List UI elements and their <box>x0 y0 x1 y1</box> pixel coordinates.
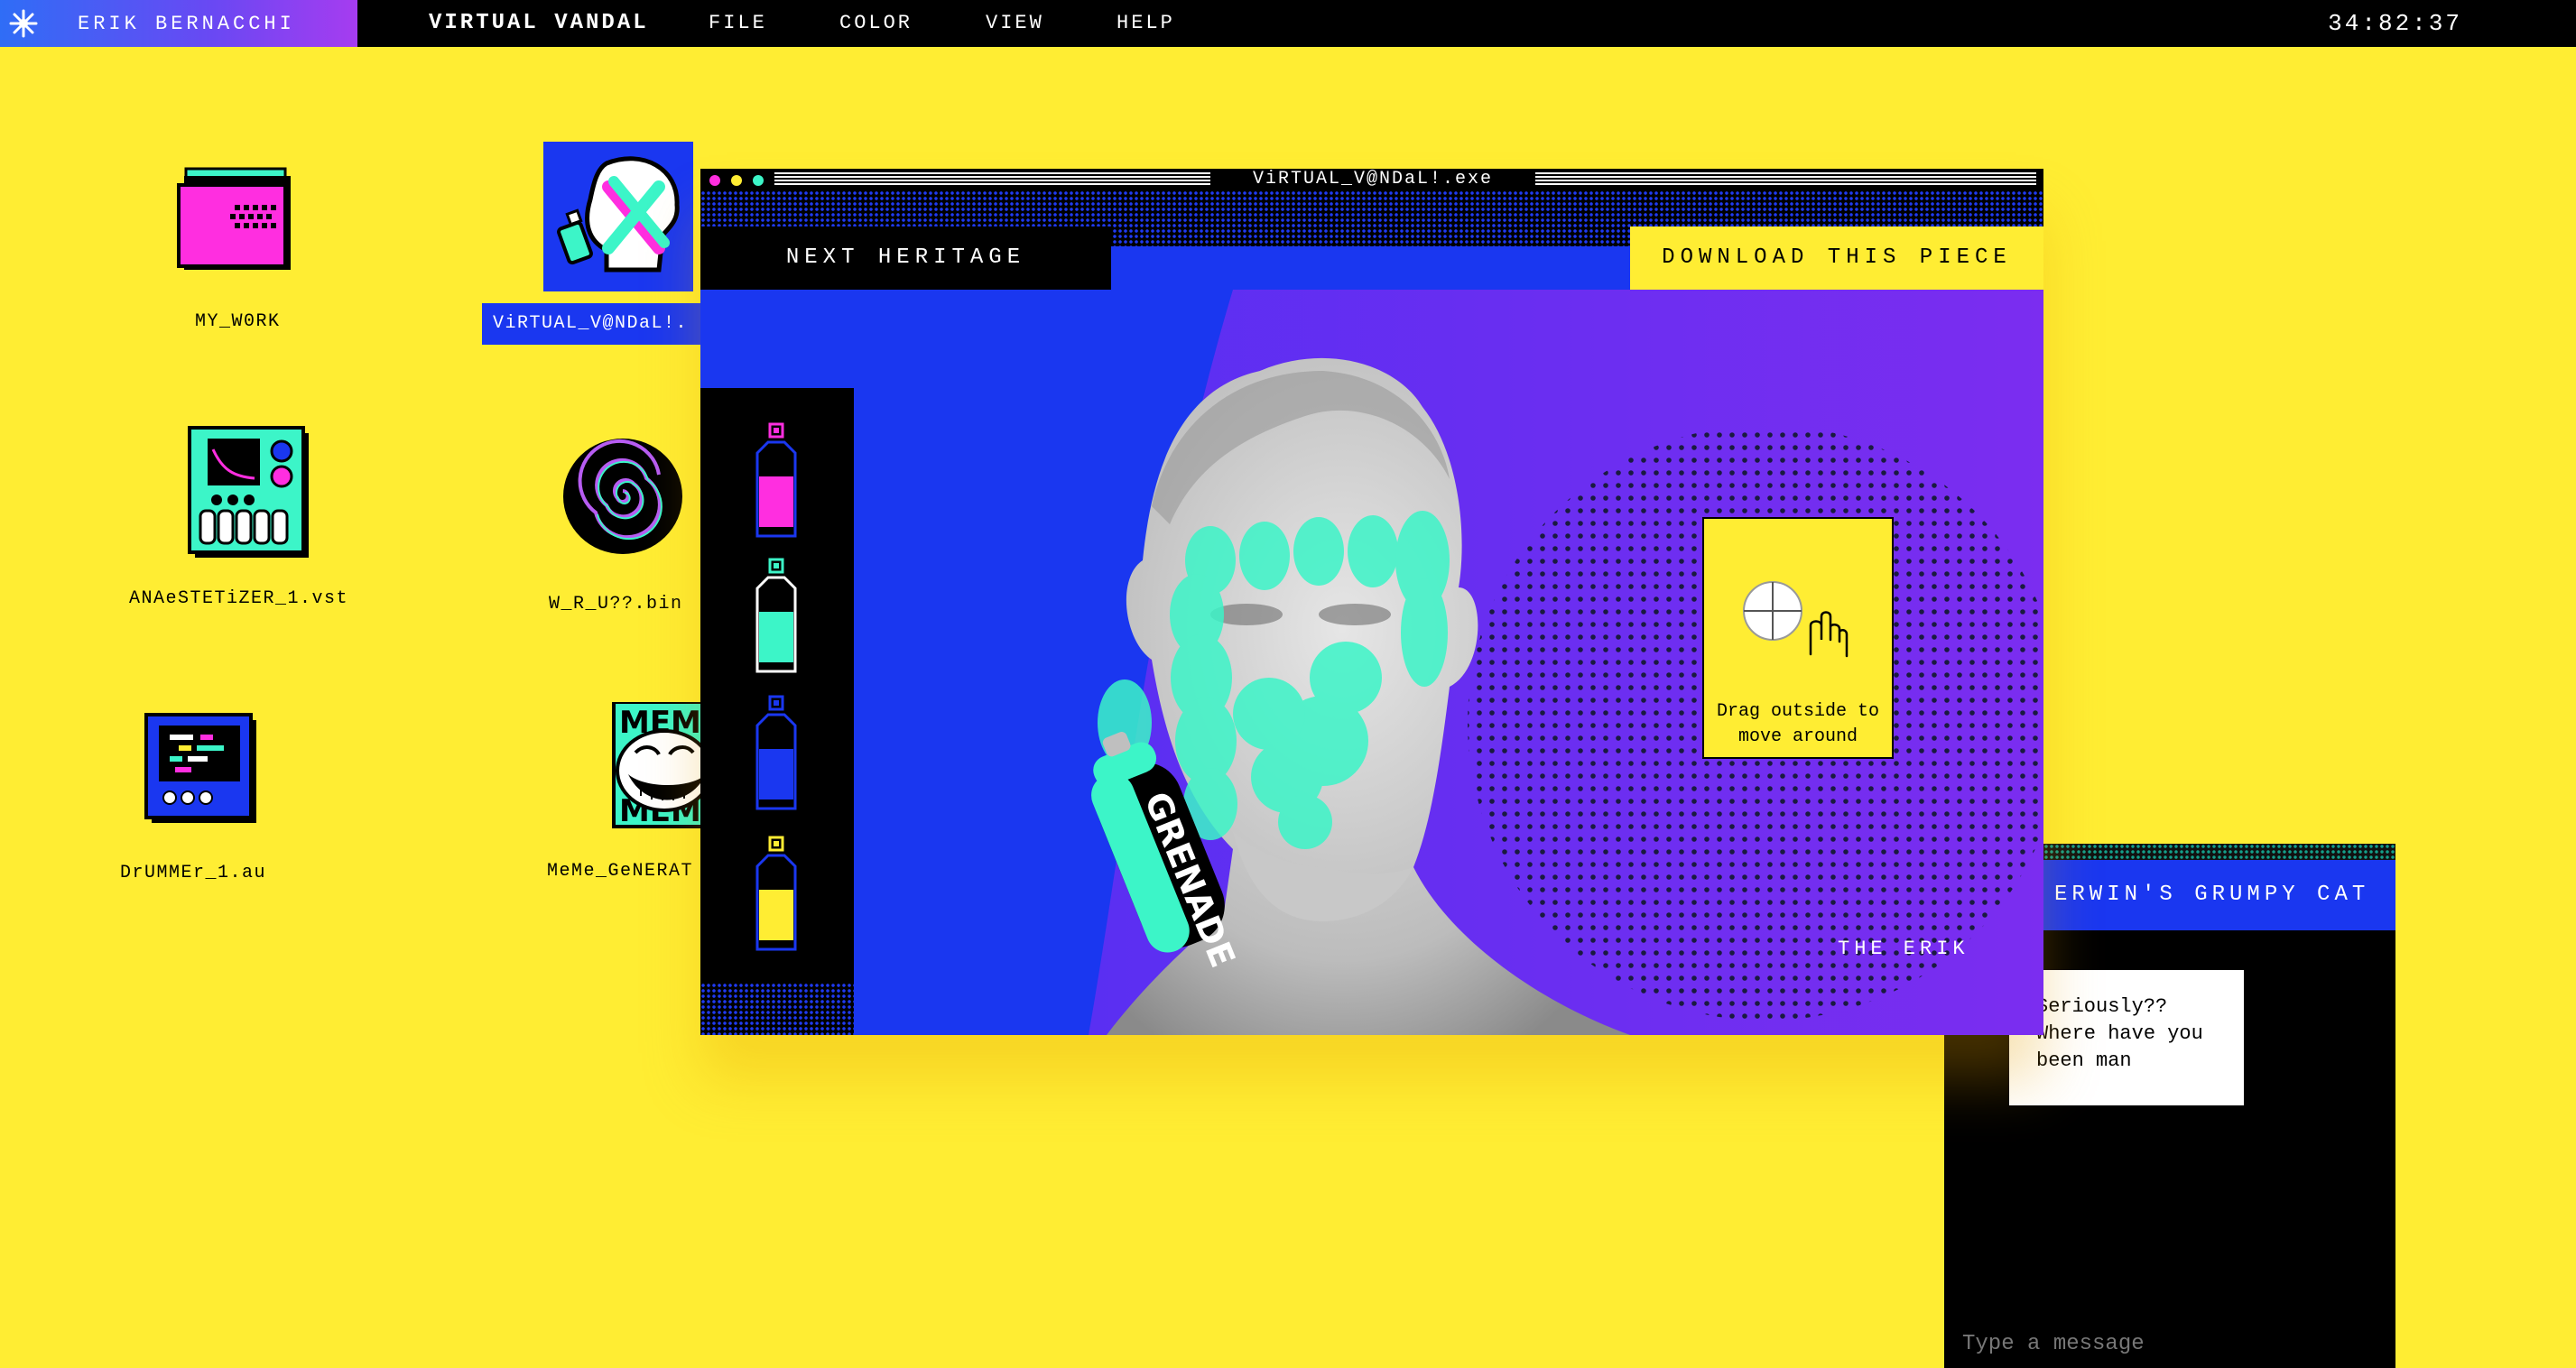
icon-label: ViRTUAL_V@NDaL!. <box>493 313 689 334</box>
chat-message-bubble: Seriously?? Where have you been man <box>2009 970 2244 1105</box>
desktop-icon-wru-bin[interactable]: W_R_U??.bin <box>542 431 722 621</box>
chat-message-line: been man <box>2036 1049 2132 1072</box>
window-titlebar[interactable]: ViRTUAL_V@NDaL!.exe <box>700 169 2043 190</box>
desktop-icon-virtual-vandal[interactable]: ViRTUAL_V@NDaL!. <box>482 142 717 349</box>
close-dot-icon[interactable] <box>709 175 720 186</box>
spray-can-teal-tool[interactable] <box>750 558 804 675</box>
menu-color[interactable]: COLOR <box>839 0 913 47</box>
desktop-icon-meme-generator[interactable]: MEM MEM MeMe_GeNERAT <box>545 702 717 892</box>
spray-can-palette <box>700 388 854 1035</box>
icon-label: DrUMMEr_1.au <box>120 863 267 883</box>
chat-title[interactable]: ERWIN'S GRUMPY CAT <box>2043 860 2395 930</box>
chat-titlebar-pattern[interactable] <box>2043 844 2395 860</box>
artist-signature: THE ERIK <box>1838 938 1969 960</box>
menu-view[interactable]: VIEW <box>986 0 1044 47</box>
minimize-dot-icon[interactable] <box>731 175 742 186</box>
icon-label: W_R_U??.bin <box>549 594 683 615</box>
desktop-icon-my-work[interactable]: MY_W0RK <box>171 158 316 338</box>
spray-can-yellow-tool[interactable] <box>750 836 804 953</box>
clock: 34:82:37 <box>2328 10 2462 37</box>
virtual-vandal-window: ViRTUAL_V@NDaL!.exe GRENADE NEXT HERITAG… <box>700 169 2043 1035</box>
pink-folder-icon <box>177 167 291 270</box>
spiral-icon <box>563 439 682 554</box>
menu-bar: ERIK BERNACCHI VIRTUAL VANDAL FILE COLOR… <box>0 0 2576 47</box>
chat-message-line: Seriously?? <box>2036 995 2168 1018</box>
desktop-icon-drummer[interactable]: DrUMMEr_1.au <box>117 713 298 893</box>
help-text-line: Drag outside to <box>1716 701 1880 722</box>
drag-hand-icon <box>1743 581 1849 658</box>
user-name: ERIK BERNACCHI <box>78 12 295 35</box>
window-title: ViRTUAL_V@NDaL!.exe <box>1219 169 1526 190</box>
chat-message-input[interactable] <box>1944 1319 2395 1368</box>
icon-label: MeMe_GeNERAT <box>547 861 694 882</box>
menu-file[interactable]: FILE <box>709 0 767 47</box>
starburst-logo-icon <box>0 0 47 47</box>
drag-hint-card[interactable]: Drag outside to move around <box>1702 517 1894 759</box>
menu-help[interactable]: HELP <box>1117 0 1175 47</box>
next-heritage-button[interactable]: NEXT HERITAGE <box>700 226 1111 290</box>
maximize-dot-icon[interactable] <box>753 175 764 186</box>
help-text-line: move around <box>1737 726 1858 747</box>
spray-head-icon <box>543 142 693 291</box>
user-badge[interactable]: ERIK BERNACCHI <box>0 0 357 47</box>
icon-label: MY_W0RK <box>195 311 281 332</box>
desktop-icon-anaestetizer[interactable]: ANAeSTETiZER_1.vst <box>126 424 379 614</box>
spray-can-magenta-tool[interactable] <box>750 422 804 540</box>
app-name[interactable]: VIRTUAL VANDAL <box>429 0 649 47</box>
chat-message-line: Where have you <box>2036 1022 2203 1045</box>
synth-plugin-icon <box>188 426 309 558</box>
icon-label: ANAeSTETiZER_1.vst <box>129 588 349 609</box>
spray-can-blue-tool[interactable] <box>750 695 804 812</box>
drum-machine-icon <box>144 713 256 823</box>
download-button[interactable]: DOWNLOAD THIS PIECE <box>1630 226 2043 290</box>
